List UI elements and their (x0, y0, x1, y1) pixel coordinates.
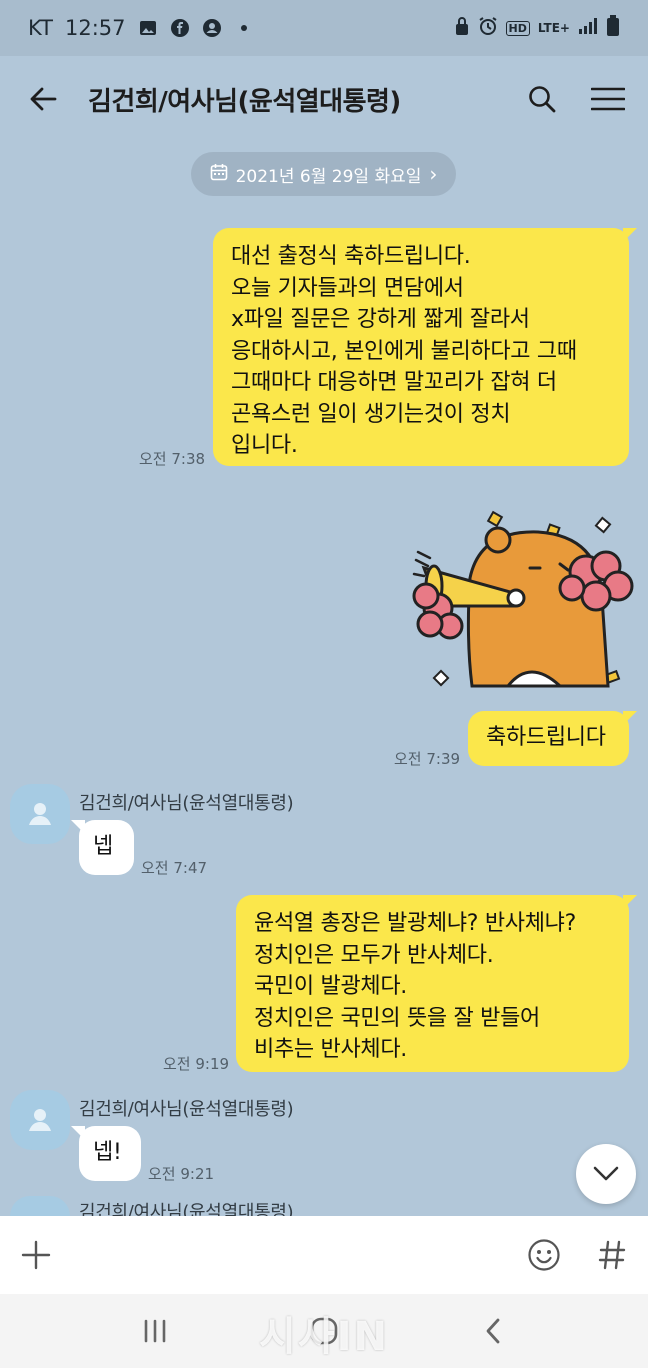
message-bubble-sent[interactable]: 윤석열 총장은 발광체냐? 반사체냐? 정치인은 모두가 반사체다. 국민이 발… (236, 895, 637, 1072)
plus-icon[interactable] (16, 1235, 56, 1275)
message-line: 넵 (93, 834, 113, 859)
message-line: 응대하시고, 본인에게 불리하다고 그때 (231, 338, 577, 364)
back-icon[interactable] (463, 1306, 523, 1356)
chevron-right-icon: › (429, 162, 438, 186)
alarm-icon (478, 16, 498, 40)
date-divider[interactable]: 2021년 6월 29일 화요일 › (191, 152, 456, 196)
sender-name: 김건희/여사님(윤석열대통령) (79, 1099, 294, 1120)
lock-icon (454, 16, 470, 40)
lte-icon: LTE+ (537, 21, 570, 35)
facebook-icon (170, 18, 190, 38)
message-input[interactable] (70, 1235, 510, 1275)
search-icon[interactable] (522, 79, 562, 119)
carrier-label: KT (28, 16, 53, 40)
message-line: 넵! (93, 1140, 122, 1165)
cheering-lion-sticker[interactable] (410, 508, 634, 692)
emoji-icon[interactable] (524, 1235, 564, 1275)
message-line: 비추는 반사체다. (254, 1037, 407, 1062)
message-time: 오전 9:19 (163, 1055, 230, 1073)
message-line: x파일 질문은 강하게 짧게 잘라서 (231, 307, 530, 332)
message-bubble-received[interactable]: 넵 (71, 820, 134, 875)
menu-icon[interactable] (588, 79, 628, 119)
message-line: 대선 출정식 축하드립니다. (231, 244, 471, 269)
image-icon (138, 18, 158, 38)
message-bubble-received[interactable]: 넵! (71, 1126, 141, 1181)
profile-icon (29, 1109, 51, 1131)
message-bubble-sent[interactable]: 대선 출정식 축하드립니다. 오늘 기자들과의 면담에서 x파일 질문은 강하게… (213, 228, 637, 466)
message-line: 윤석열 총장은 발광체냐? 반사체냐? (254, 911, 576, 936)
back-arrow-icon[interactable] (20, 76, 66, 122)
home-icon[interactable] (294, 1306, 354, 1356)
system-nav-bar (0, 1294, 648, 1368)
sender-name: 김건희/여사님(윤석열대통령) (79, 793, 294, 814)
clock: 12:57 (64, 16, 126, 40)
avatar[interactable] (10, 784, 70, 844)
avatar[interactable] (10, 1196, 70, 1216)
message-line: 정치인은 국민의 뜻을 잘 받들어 (254, 1005, 540, 1031)
message-line: 국민이 발광체다. (254, 974, 407, 999)
signal-icon (578, 17, 598, 39)
battery-icon (606, 15, 620, 41)
message-time: 오전 7:39 (394, 750, 461, 768)
chat-header: 김건희/여사님(윤석열대통령) (0, 56, 648, 142)
message-input-bar (0, 1216, 648, 1294)
message-time: 오전 9:21 (148, 1165, 215, 1183)
chevron-down-icon (593, 1166, 619, 1181)
status-bar: KT 12:57 HD LTE+ (0, 0, 648, 56)
message-line: 입니다. (231, 433, 298, 458)
sender-name: 김건희/여사님(윤석열대통령) (79, 1202, 294, 1216)
message-line: 곤욕스런 일이 생기는것이 정치 (231, 401, 511, 427)
hd-icon: HD (505, 20, 530, 36)
message-line: 그때마다 대응하면 말꼬리가 잡혀 더 (231, 370, 557, 395)
chat-title: 김건희/여사님(윤석열대통령) (88, 86, 401, 117)
message-line: 정치인은 모두가 반사체다. (254, 942, 494, 968)
recents-icon[interactable] (125, 1306, 185, 1356)
calendar-icon (210, 163, 228, 186)
profile-icon (29, 803, 51, 825)
date-label: 2021년 6월 29일 화요일 (235, 166, 422, 187)
account-icon (202, 18, 222, 38)
message-time: 오전 7:38 (139, 450, 206, 468)
message-bubble-sent[interactable]: 축하드립니다 (468, 711, 637, 766)
hash-icon[interactable] (592, 1235, 632, 1275)
message-line: 축하드립니다 (486, 725, 606, 750)
avatar[interactable] (10, 1090, 70, 1150)
message-time: 오전 7:47 (141, 859, 208, 877)
scroll-to-bottom-button[interactable] (576, 1144, 636, 1204)
dot-icon (234, 18, 254, 38)
message-line: 오늘 기자들과의 면담에서 (231, 275, 464, 301)
